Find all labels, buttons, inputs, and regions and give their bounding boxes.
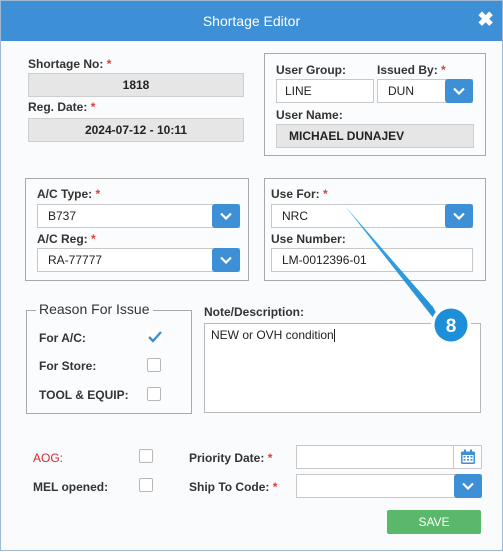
ac-reg-label: A/C Reg: * (37, 232, 96, 246)
save-button[interactable]: SAVE (387, 510, 481, 534)
checkmark-icon (148, 331, 162, 343)
text-cursor (333, 329, 335, 343)
shortage-editor-dialog: Shortage Editor ✖ Shortage No: * 1818 Re… (0, 0, 503, 551)
chevron-down-icon[interactable] (454, 474, 482, 498)
reason-legend: Reason For Issue (36, 301, 153, 317)
ac-reg-value: RA-77777 (48, 253, 103, 267)
chevron-down-icon[interactable] (212, 204, 240, 228)
ac-type-value: B737 (48, 209, 77, 223)
ac-type-label: A/C Type: * (37, 187, 101, 201)
user-group-label: User Group: (276, 63, 347, 77)
reason-ac-label: For A/C: (39, 331, 86, 345)
aog-checkbox[interactable] (139, 449, 153, 463)
dialog-title: Shortage Editor (202, 13, 301, 29)
user-name-field: MICHAEL DUNAJEV (276, 124, 474, 148)
mel-label: MEL opened: (33, 480, 109, 494)
shortage-no-label: Shortage No: * (28, 57, 112, 71)
ac-type-select[interactable]: B737 (37, 204, 240, 228)
reg-date-field: 2024-07-12 - 10:11 (28, 118, 244, 142)
issued-by-select[interactable]: DUN (377, 79, 473, 103)
reason-store-checkbox[interactable] (147, 358, 161, 372)
calendar-icon[interactable] (453, 446, 481, 468)
note-value: NEW or OVH condition (211, 328, 334, 342)
chevron-down-icon[interactable] (445, 204, 473, 228)
ship-to-code-select[interactable] (296, 474, 482, 498)
use-for-label: Use For: * (271, 187, 328, 201)
dialog-body: Shortage No: * 1818 Reg. Date: * 2024-07… (1, 41, 502, 550)
user-group-input[interactable]: LINE (276, 79, 374, 103)
chevron-down-icon[interactable] (212, 248, 240, 272)
user-name-label: User Name: (276, 108, 343, 122)
priority-date-label: Priority Date: * (189, 451, 273, 465)
reason-tool-checkbox[interactable] (147, 387, 161, 401)
title-bar: Shortage Editor ✖ (1, 1, 502, 41)
use-for-select[interactable]: NRC (271, 204, 473, 228)
note-label: Note/Description: (204, 305, 305, 319)
reason-ac-checkbox[interactable] (147, 330, 162, 344)
reason-tool-label: TOOL & EQUIP: (39, 388, 129, 402)
aog-label: AOG: (33, 451, 64, 465)
ac-reg-select[interactable]: RA-77777 (37, 248, 240, 272)
ship-to-code-label: Ship To Code: * (189, 480, 278, 494)
chevron-down-icon[interactable] (445, 79, 473, 103)
mel-checkbox[interactable] (139, 478, 153, 492)
issued-by-value: DUN (388, 84, 414, 98)
note-textarea[interactable]: NEW or OVH condition (204, 323, 481, 413)
reg-date-label: Reg. Date: * (28, 100, 96, 114)
use-number-label: Use Number: (271, 232, 346, 246)
use-number-input[interactable]: LM-0012396-01 (271, 248, 473, 272)
close-icon[interactable]: ✖ (477, 8, 494, 32)
priority-date-input[interactable] (296, 445, 482, 469)
use-for-value: NRC (282, 209, 308, 223)
shortage-no-field: 1818 (28, 73, 244, 97)
issued-by-label: Issued By: * (377, 63, 446, 77)
reason-store-label: For Store: (39, 359, 97, 373)
